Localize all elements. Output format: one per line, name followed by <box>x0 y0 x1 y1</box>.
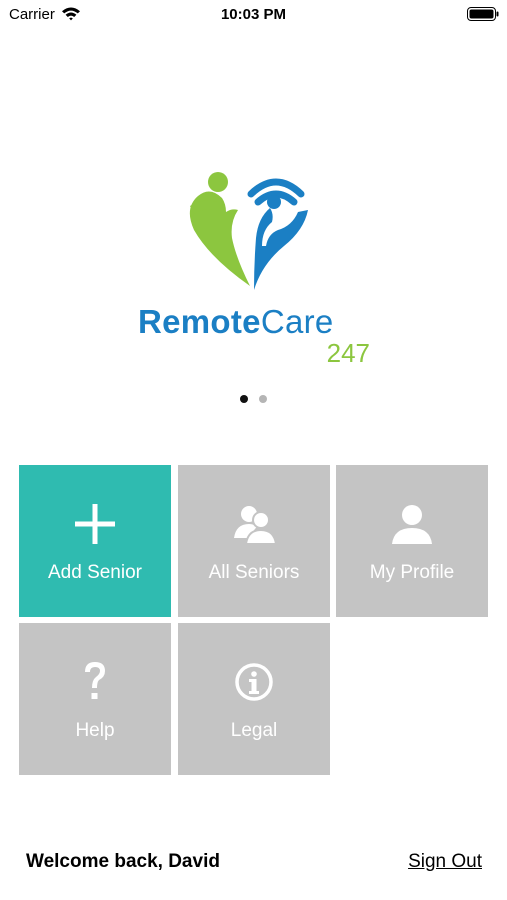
welcome-message: Welcome back, David <box>26 851 220 872</box>
page-dot[interactable] <box>259 395 267 403</box>
my-profile-button[interactable]: My Profile <box>336 465 488 617</box>
help-label: Help <box>75 720 115 741</box>
sign-out-link[interactable]: Sign Out <box>408 851 482 873</box>
brand-name: RemoteCare <box>138 303 370 341</box>
legal-label: Legal <box>230 720 278 741</box>
footer: Welcome back, David Sign Out <box>0 848 507 878</box>
brand-suffix: 247 <box>326 338 370 368</box>
question-icon <box>85 662 105 699</box>
all-seniors-button[interactable]: All Seniors <box>178 465 330 617</box>
brand-name-part2: Care <box>260 303 334 340</box>
help-button[interactable]: Help <box>19 623 171 775</box>
plus-icon <box>75 504 115 544</box>
all-seniors-label: All Seniors <box>208 562 300 583</box>
status-time: 10:03 PM <box>220 6 287 23</box>
logo-mark-icon <box>189 172 308 290</box>
info-icon <box>235 663 273 701</box>
app-logo: RemoteCare 247 <box>138 168 370 373</box>
status-bar: Carrier 10:03 PM <box>0 0 507 30</box>
person-icon <box>392 505 432 544</box>
page-indicator[interactable] <box>240 395 270 405</box>
legal-button[interactable]: Legal <box>178 623 330 775</box>
add-senior-button[interactable]: Add Senior <box>19 465 171 617</box>
battery-icon <box>467 7 499 21</box>
add-senior-label: Add Senior <box>47 562 142 583</box>
my-profile-label: My Profile <box>369 562 455 583</box>
page-dot-active[interactable] <box>240 395 248 403</box>
people-icon <box>234 506 278 545</box>
brand-name-part1: Remote <box>138 303 261 340</box>
